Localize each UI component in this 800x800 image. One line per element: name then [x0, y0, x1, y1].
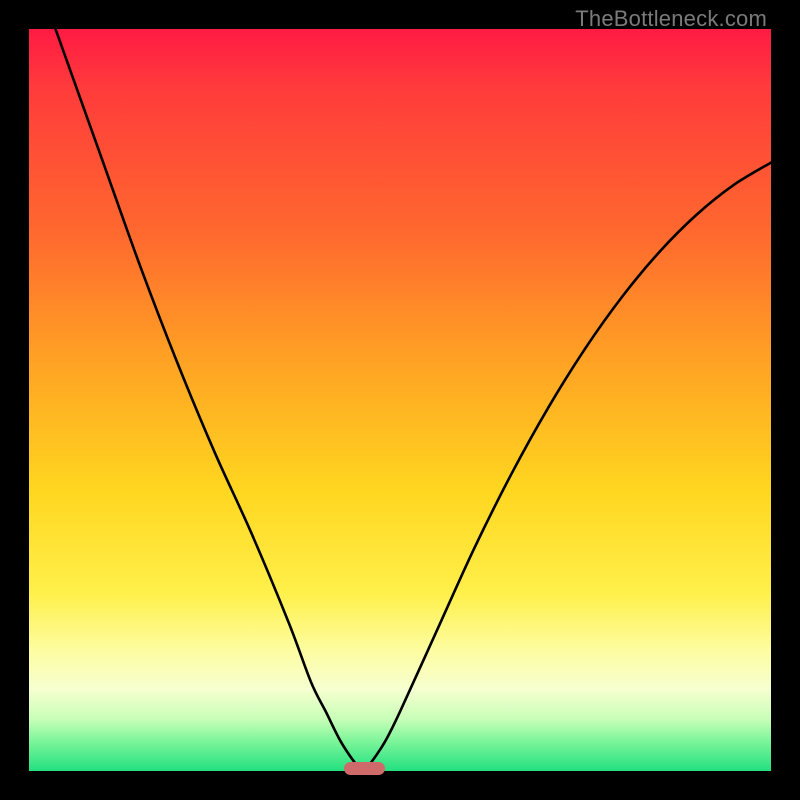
minimum-marker	[344, 762, 385, 775]
plot-area	[29, 29, 771, 771]
watermark-text: TheBottleneck.com	[575, 6, 767, 32]
frame: TheBottleneck.com	[0, 0, 800, 800]
